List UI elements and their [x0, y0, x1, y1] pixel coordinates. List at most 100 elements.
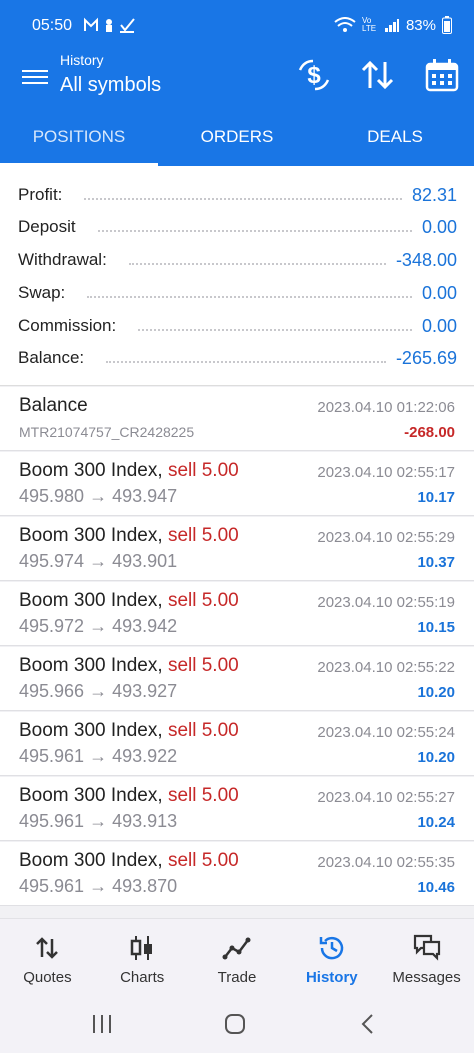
notification-icons [84, 17, 144, 36]
summary-label: Withdrawal: [18, 250, 107, 269]
nav-quotes[interactable]: Quotes [0, 919, 95, 998]
system-navigation-bar [0, 998, 474, 1053]
messages-icon [413, 934, 440, 961]
deal-side: sell 5.00 [167, 525, 239, 546]
summary-value: 82.31 [411, 184, 457, 205]
summary-row-withdrawal: Withdrawal: -348.00 [18, 245, 457, 275]
deal-symbol: Boom 300 Index, [19, 655, 163, 676]
summary-value: 0.00 [421, 315, 457, 336]
summary-label: Commission: [18, 316, 117, 335]
deal-prices: 495.974 → 493.901 [19, 551, 178, 571]
balance-entry[interactable]: Balance MTR21074757_CR2428225 2023.04.10… [0, 387, 474, 451]
history-tabs: POSITIONS ORDERS DEALS [0, 108, 474, 166]
deal-side: sell 5.00 [167, 785, 239, 806]
deal-row[interactable]: Boom 300 Index, sell 5.00 495.980 → 493.… [0, 452, 474, 516]
recent-apps-icon[interactable] [88, 1012, 116, 1036]
battery-icon [442, 16, 452, 34]
wifi-icon [334, 17, 356, 32]
nav-charts[interactable]: Charts [95, 919, 190, 998]
deal-date: 2023.04.10 02:55:29 [317, 529, 455, 546]
deal-side: sell 5.00 [167, 655, 239, 676]
nav-label: Charts [120, 969, 165, 986]
nav-label: History [305, 969, 358, 986]
status-bar: 05:50 Vo LTE 83% [0, 0, 474, 52]
deal-row[interactable]: Boom 300 Index, sell 5.00 495.972 → 493.… [0, 582, 474, 646]
deal-side: sell 5.00 [167, 590, 239, 611]
status-time: 05:50 [32, 17, 73, 34]
deal-date: 2023.04.10 02:55:19 [317, 594, 455, 611]
deal-profit: 10.37 [417, 554, 455, 571]
deal-symbol: Boom 300 Index, [19, 785, 163, 806]
deal-side: sell 5.00 [167, 850, 239, 871]
menu-icon[interactable] [22, 66, 48, 90]
tab-orders[interactable]: ORDERS [158, 108, 316, 166]
summary-label: Swap: [18, 283, 66, 302]
deal-prices: 495.966 → 493.927 [19, 681, 178, 701]
summary-row-profit: Profit: 82.31 [18, 180, 457, 210]
summary-value: -348.00 [395, 249, 457, 270]
deal-side: sell 5.00 [167, 460, 239, 481]
deal-profit: 10.20 [417, 749, 455, 766]
deal-symbol: Boom 300 Index, [19, 850, 163, 871]
entry-amount: -268.00 [404, 424, 455, 441]
trade-icon [222, 937, 251, 960]
quotes-icon [36, 937, 59, 959]
bottom-navigation: Quotes Charts Trade History Messages [0, 918, 474, 998]
deal-symbol: Boom 300 Index, [19, 525, 163, 546]
nav-label: Trade [217, 969, 257, 986]
deal-symbol: Boom 300 Index, [19, 590, 163, 611]
page-subtitle: History [60, 52, 104, 68]
summary-row-balance: Balance: -265.69 [18, 343, 457, 373]
deal-prices: 495.961 → 493.913 [19, 811, 178, 831]
summary-value: 0.00 [421, 216, 457, 237]
entry-name: Balance [19, 395, 88, 416]
symbol-selector[interactable]: All symbols [60, 74, 161, 97]
tab-deals[interactable]: DEALS [316, 108, 474, 166]
home-icon[interactable] [221, 1012, 249, 1036]
svg-text:$: $ [307, 62, 321, 89]
summary-row-deposit: Deposit 0.00 [18, 212, 457, 242]
summary-row-swap: Swap: 0.00 [18, 278, 457, 308]
deal-row[interactable]: Boom 300 Index, sell 5.00 495.974 → 493.… [0, 517, 474, 581]
deal-profit: 10.17 [417, 489, 455, 506]
deal-row[interactable]: Boom 300 Index, sell 5.00 495.961 → 493.… [0, 777, 474, 841]
history-icon [319, 936, 344, 960]
deal-prices: 495.972 → 493.942 [19, 616, 178, 636]
entry-reference: MTR21074757_CR2428225 [19, 424, 195, 440]
summary-label: Balance: [18, 348, 85, 367]
tab-positions[interactable]: POSITIONS [0, 108, 158, 166]
nav-history[interactable]: History [284, 919, 379, 998]
status-right: Vo LTE 83% [334, 16, 452, 34]
deal-side: sell 5.00 [167, 720, 239, 741]
deal-date: 2023.04.10 02:55:35 [317, 854, 455, 871]
deal-profit: 10.20 [417, 684, 455, 701]
deal-prices: 495.980 → 493.947 [19, 486, 178, 506]
signal-icon [384, 19, 399, 32]
deal-date: 2023.04.10 02:55:27 [317, 789, 455, 806]
summary-label: Deposit [18, 217, 76, 236]
deal-row[interactable]: Boom 300 Index, sell 5.00 495.961 → 493.… [0, 712, 474, 776]
calendar-icon[interactable] [424, 58, 460, 92]
deal-profit: 10.46 [417, 879, 455, 896]
deal-row[interactable]: Boom 300 Index, sell 5.00 495.961 → 493.… [0, 842, 474, 906]
nav-messages[interactable]: Messages [379, 919, 474, 998]
currency-exchange-icon[interactable]: $ [296, 58, 332, 92]
sort-icon[interactable] [360, 58, 396, 92]
deal-date: 2023.04.10 02:55:17 [317, 464, 455, 481]
charts-icon [130, 936, 153, 960]
app-bar: History All symbols $ [0, 52, 474, 108]
nav-trade[interactable]: Trade [190, 919, 285, 998]
notification-icon-group [84, 17, 135, 33]
back-icon[interactable] [354, 1012, 382, 1036]
summary-panel: Profit: 82.31 Deposit 0.00 Withdrawal: -… [0, 166, 474, 386]
deal-prices: 495.961 → 493.870 [19, 876, 178, 896]
deal-row[interactable]: Boom 300 Index, sell 5.00 495.966 → 493.… [0, 647, 474, 711]
entry-date: 2023.04.10 01:22:06 [317, 399, 455, 416]
summary-label: Profit: [18, 185, 63, 204]
battery-percent: 83% [405, 16, 436, 34]
summary-row-commission: Commission: 0.00 [18, 311, 457, 341]
deal-date: 2023.04.10 02:55:22 [317, 659, 455, 676]
deal-symbol: Boom 300 Index, [19, 720, 163, 741]
lte-label: Vo LTE [361, 16, 377, 33]
deal-date: 2023.04.10 02:55:24 [317, 724, 455, 741]
